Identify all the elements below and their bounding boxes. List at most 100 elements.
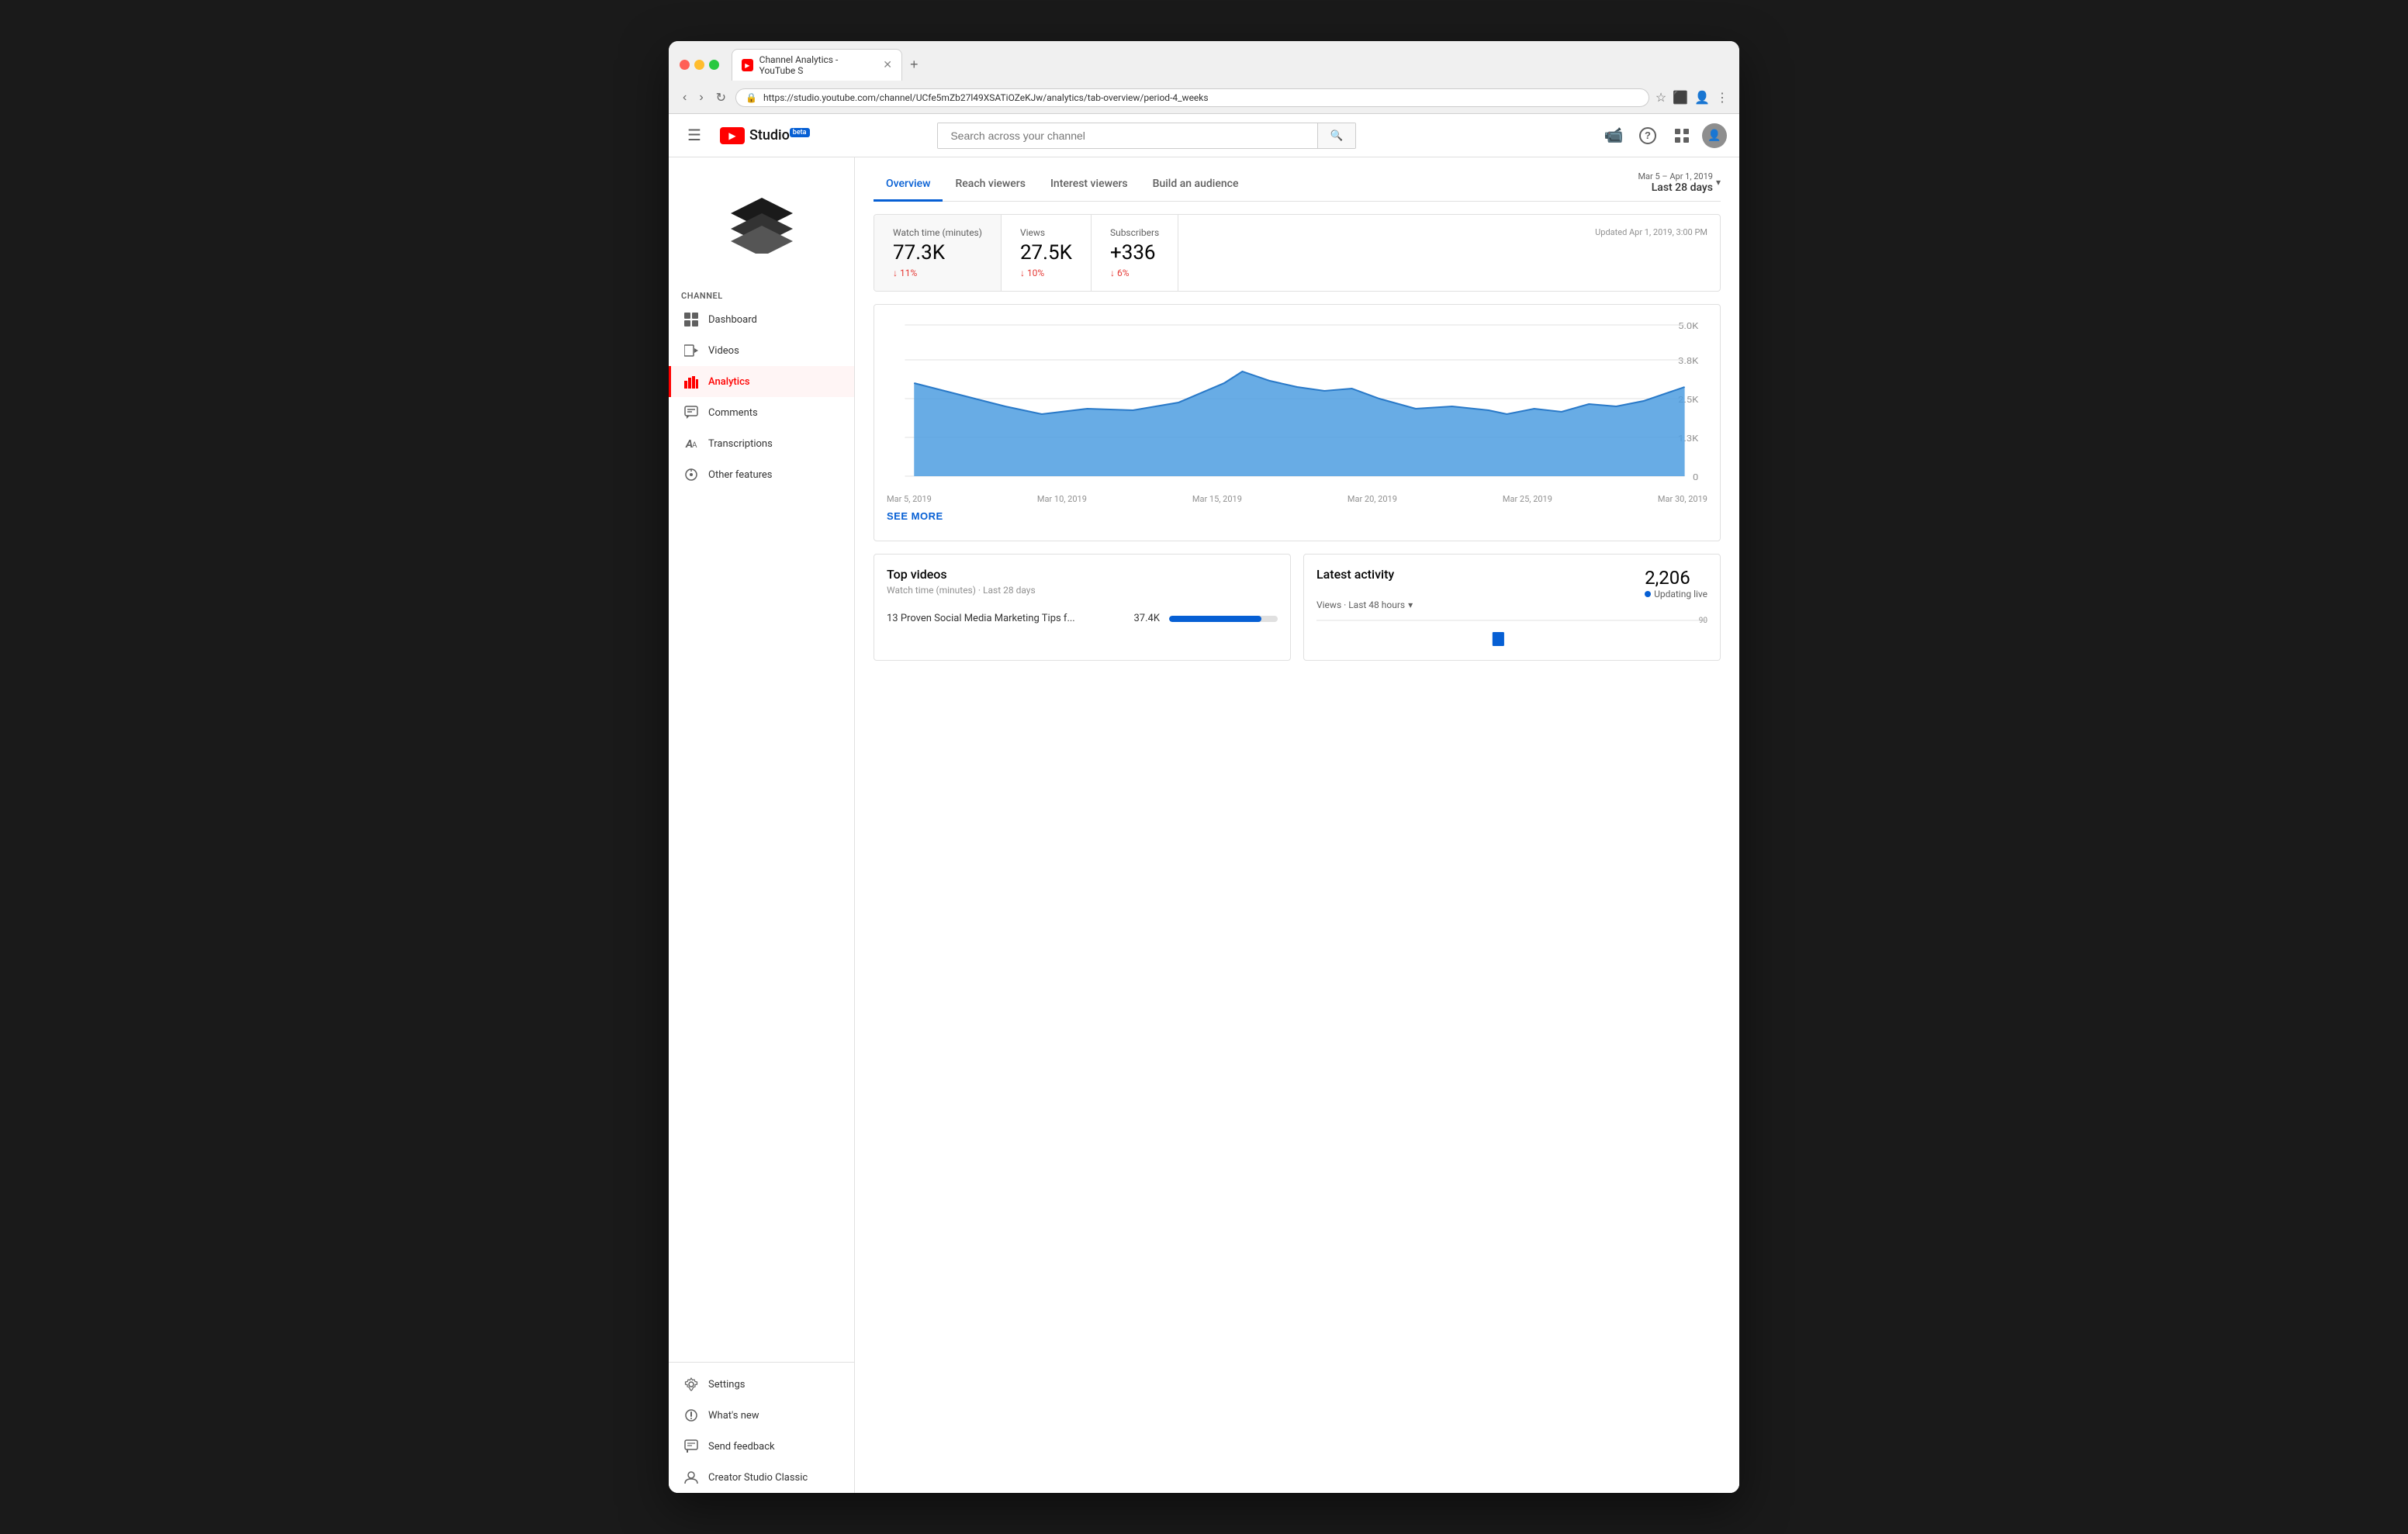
- mini-chart-svg: [1316, 617, 1707, 646]
- avatar-button[interactable]: 👤: [1702, 123, 1727, 148]
- hamburger-button[interactable]: ☰: [681, 119, 708, 151]
- chevron-down-icon: ▾: [1716, 177, 1721, 188]
- tab-overview[interactable]: Overview: [874, 170, 943, 202]
- stat-card-watch-time[interactable]: Watch time (minutes) 77.3K 11%: [874, 215, 1002, 291]
- sidebar-item-whats-new-label: What's new: [708, 1410, 759, 1422]
- sidebar-item-creator-studio[interactable]: Creator Studio Classic: [669, 1462, 854, 1493]
- mini-chart-y-label: 90: [1699, 617, 1707, 625]
- top-video-views: 37.4K: [1125, 613, 1160, 624]
- create-video-button[interactable]: 📹: [1600, 122, 1628, 150]
- views-dropdown[interactable]: Views · Last 48 hours ▾: [1316, 599, 1707, 610]
- updated-text: Updated Apr 1, 2019, 3:00 PM: [1178, 215, 1720, 291]
- x-label-1: Mar 10, 2019: [1037, 494, 1087, 504]
- sidebar-item-dashboard[interactable]: Dashboard: [669, 304, 854, 335]
- x-label-0: Mar 5, 2019: [887, 494, 932, 504]
- page-content: Overview Reach viewers Interest viewers …: [855, 157, 1739, 1493]
- mini-chart: 90: [1316, 617, 1707, 648]
- search-button[interactable]: 🔍: [1317, 123, 1356, 148]
- stats-cards: Watch time (minutes) 77.3K 11% Views 27.…: [874, 214, 1721, 292]
- subscribers-value: +336: [1110, 241, 1159, 264]
- sidebar-item-videos-label: Videos: [708, 345, 739, 357]
- profile-button[interactable]: 👤: [1694, 90, 1710, 105]
- whats-new-icon: [683, 1408, 699, 1423]
- svg-text:0: 0: [1693, 472, 1699, 482]
- x-label-2: Mar 15, 2019: [1192, 494, 1242, 504]
- tab-close-btn[interactable]: ✕: [883, 59, 892, 71]
- dashboard-icon: [683, 312, 699, 327]
- date-range-selector[interactable]: Mar 5 – Apr 1, 2019 Last 28 days ▾: [1638, 171, 1721, 200]
- views-value: 27.5K: [1020, 241, 1072, 264]
- latest-activity-card: Latest activity 2,206 Updating live: [1303, 554, 1721, 661]
- sidebar-section-label: Channel: [669, 282, 854, 304]
- main-content: Channel Dashboard Videos: [669, 157, 1739, 1493]
- studio-label: Studiobeta: [749, 127, 810, 143]
- watch-time-change: 11%: [893, 268, 982, 278]
- channel-avatar: [715, 176, 808, 269]
- traffic-lights: [680, 60, 719, 70]
- app-layout: ☰ Studiobeta 🔍 📹 ?: [669, 114, 1739, 1493]
- watch-time-label: Watch time (minutes): [893, 227, 982, 238]
- top-video-bar-container: [1169, 616, 1278, 622]
- sidebar-item-analytics[interactable]: Analytics: [669, 366, 854, 397]
- top-video-row[interactable]: 13 Proven Social Media Marketing Tips f.…: [887, 608, 1278, 629]
- maximize-traffic-light[interactable]: [709, 60, 719, 70]
- analytics-icon: [683, 374, 699, 389]
- address-bar[interactable]: 🔒 https://studio.youtube.com/channel/UCf…: [735, 88, 1649, 107]
- date-main: Last 28 days: [1638, 181, 1713, 194]
- new-tab-button[interactable]: +: [904, 55, 925, 74]
- top-videos-title: Top videos: [887, 567, 1278, 582]
- title-bar: Channel Analytics - YouTube S ✕ +: [669, 41, 1739, 85]
- app-header: ☰ Studiobeta 🔍 📹 ?: [669, 114, 1739, 157]
- see-more-button[interactable]: SEE MORE: [887, 504, 943, 528]
- sidebar-item-settings[interactable]: Settings: [669, 1369, 854, 1400]
- tabs: Overview Reach viewers Interest viewers …: [874, 170, 1251, 201]
- comments-icon: [683, 405, 699, 420]
- minimize-traffic-light[interactable]: [694, 60, 704, 70]
- views-label: Views: [1020, 227, 1072, 238]
- sidebar-item-dashboard-label: Dashboard: [708, 314, 757, 326]
- views-arrow: [1020, 268, 1025, 278]
- search-input[interactable]: [938, 123, 1316, 148]
- top-videos-card: Top videos Watch time (minutes) · Last 2…: [874, 554, 1291, 661]
- help-button[interactable]: ?: [1634, 122, 1662, 150]
- channel-avatar-section: [669, 157, 854, 282]
- latest-activity-title-block: Latest activity: [1316, 567, 1394, 585]
- creator-studio-icon: [683, 1470, 699, 1485]
- stat-card-views[interactable]: Views 27.5K 10%: [1002, 215, 1092, 291]
- close-traffic-light[interactable]: [680, 60, 690, 70]
- analytics-chart: 5.0K 3.8K 2.5K 1.3K 0: [887, 317, 1707, 488]
- views-dropdown-label: Views · Last 48 hours: [1316, 599, 1405, 610]
- apps-button[interactable]: [1668, 122, 1696, 150]
- other-features-icon: [683, 467, 699, 482]
- latest-activity-header: Latest activity 2,206 Updating live: [1316, 567, 1707, 599]
- sidebar-item-whats-new[interactable]: What's new: [669, 1400, 854, 1431]
- refresh-button[interactable]: ↻: [713, 88, 729, 107]
- layers-button[interactable]: ⬛: [1673, 90, 1688, 105]
- top-video-title: 13 Proven Social Media Marketing Tips f.…: [887, 613, 1116, 624]
- stats-section: Watch time (minutes) 77.3K 11% Views 27.…: [855, 202, 1739, 304]
- tab-favicon: [742, 59, 753, 71]
- back-button[interactable]: ‹: [680, 89, 690, 106]
- tab-build-audience[interactable]: Build an audience: [1140, 170, 1251, 202]
- tab-interest-viewers[interactable]: Interest viewers: [1038, 170, 1140, 202]
- sidebar-item-comments[interactable]: Comments: [669, 397, 854, 428]
- subscribers-label: Subscribers: [1110, 227, 1159, 238]
- latest-activity-title: Latest activity: [1316, 567, 1394, 582]
- browser-tab[interactable]: Channel Analytics - YouTube S ✕: [732, 49, 902, 81]
- sidebar-item-send-feedback[interactable]: Send feedback: [669, 1431, 854, 1462]
- youtube-logo-icon: [720, 127, 745, 144]
- sidebar-item-videos[interactable]: Videos: [669, 335, 854, 366]
- date-sub: Mar 5 – Apr 1, 2019: [1638, 171, 1713, 181]
- views-dropdown-chevron: ▾: [1408, 599, 1413, 610]
- watch-time-value: 77.3K: [893, 241, 982, 264]
- updating-live-label: Updating live: [1654, 589, 1707, 599]
- bookmark-button[interactable]: ☆: [1656, 90, 1666, 105]
- menu-button[interactable]: ⋮: [1716, 90, 1728, 105]
- sidebar-item-other-features-label: Other features: [708, 469, 773, 481]
- sidebar-item-transcriptions[interactable]: AA Transcriptions: [669, 428, 854, 459]
- sidebar-item-other-features[interactable]: Other features: [669, 459, 854, 490]
- stat-card-subscribers[interactable]: Subscribers +336 6%: [1092, 215, 1178, 291]
- channel-logo-svg: [723, 192, 801, 254]
- tab-reach-viewers[interactable]: Reach viewers: [943, 170, 1037, 202]
- forward-button[interactable]: ›: [696, 89, 706, 106]
